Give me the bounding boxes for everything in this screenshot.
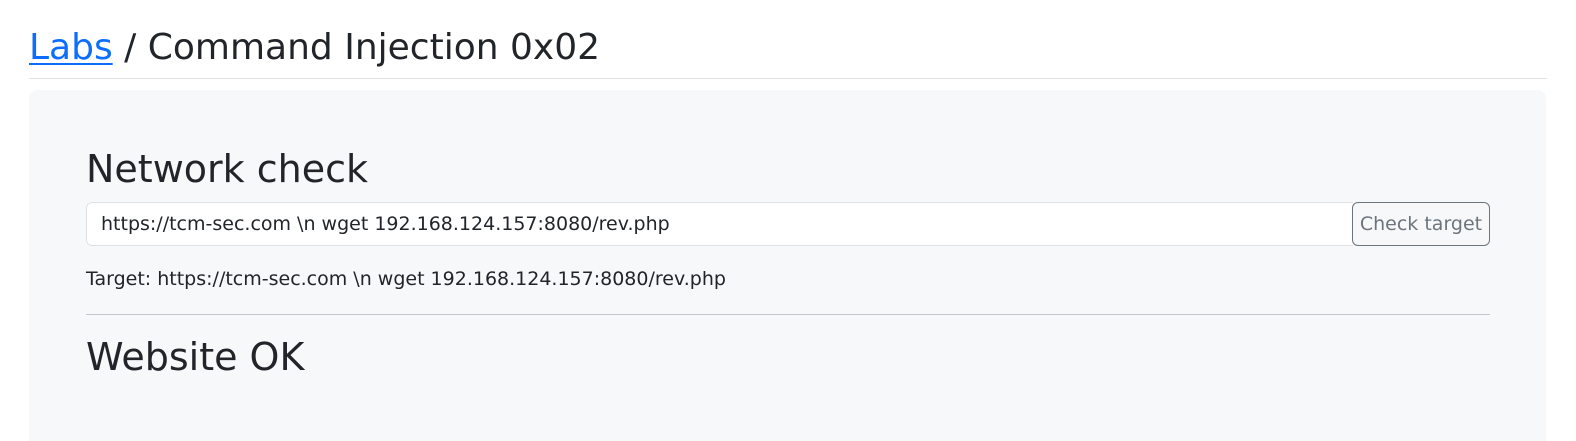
breadcrumb-labs-link[interactable]: Labs bbox=[29, 27, 113, 68]
section-heading: Network check bbox=[86, 147, 368, 191]
page-header: Labs / Command Injection 0x02 bbox=[29, 22, 600, 74]
target-prefix: Target: bbox=[86, 268, 158, 290]
page: Labs / Command Injection 0x02 Network ch… bbox=[0, 0, 1576, 441]
result-divider bbox=[86, 314, 1490, 315]
result-heading: Website OK bbox=[86, 335, 305, 379]
target-input-group: Check target bbox=[86, 202, 1490, 246]
target-echo: Target: https://tcm-sec.com \n wget 192.… bbox=[86, 266, 726, 292]
target-value: https://tcm-sec.com \n wget 192.168.124.… bbox=[157, 268, 726, 290]
target-input[interactable] bbox=[86, 202, 1353, 246]
breadcrumb-separator: / bbox=[112, 27, 148, 68]
page-title: Command Injection 0x02 bbox=[147, 27, 601, 68]
check-target-button[interactable]: Check target bbox=[1352, 202, 1490, 246]
header-divider bbox=[29, 78, 1547, 79]
content-panel: Network check Check target Target: https… bbox=[29, 90, 1546, 441]
